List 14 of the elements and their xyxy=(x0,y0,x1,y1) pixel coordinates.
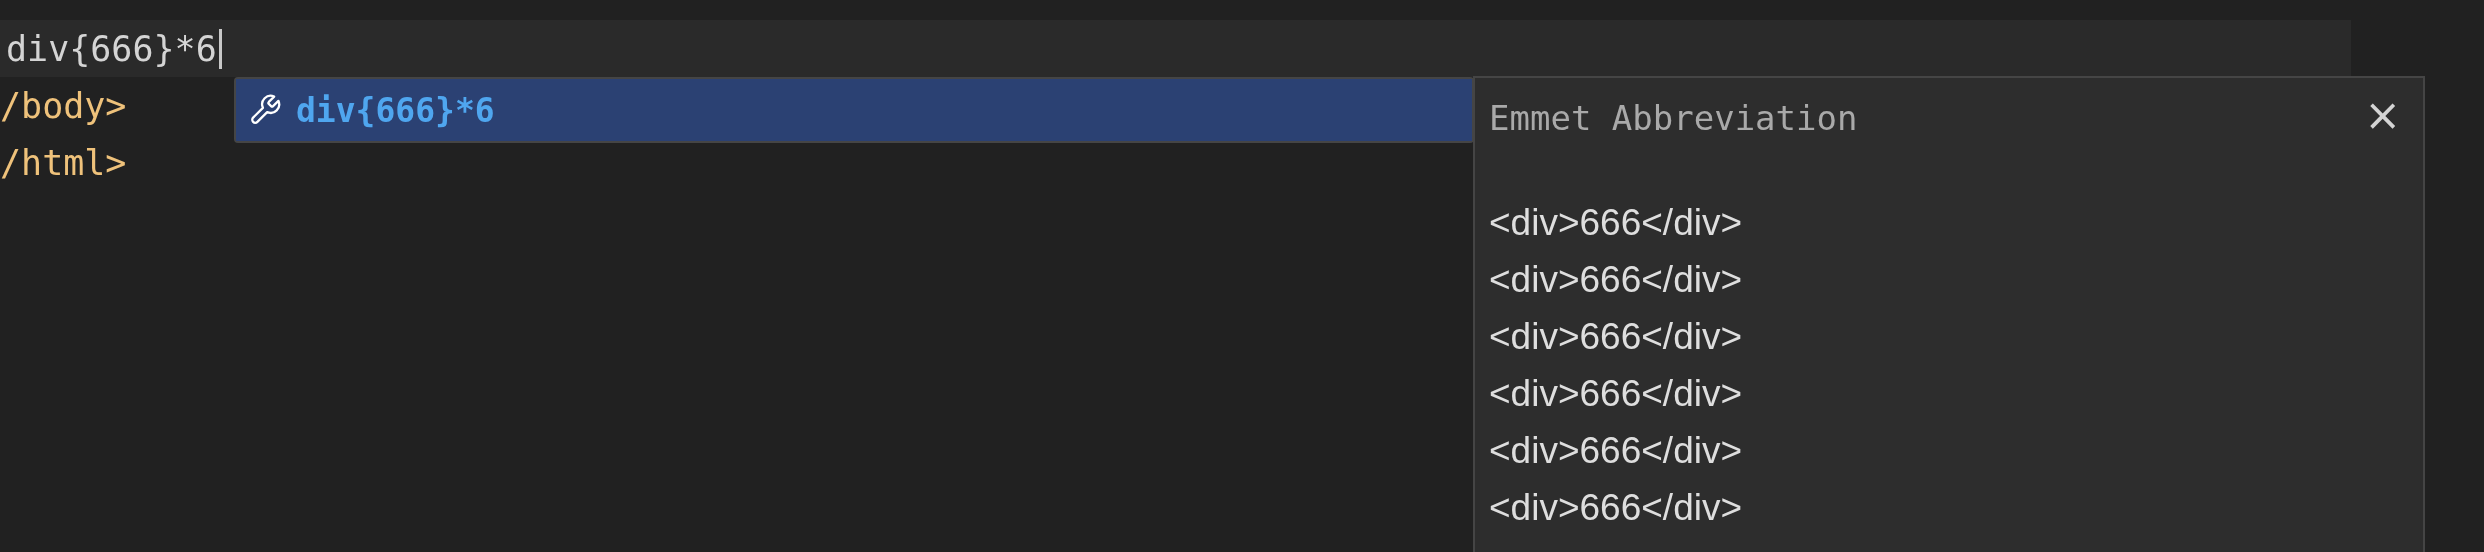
code-line: /html> xyxy=(0,142,127,183)
preview-line: <div>666</div> xyxy=(1489,372,1743,416)
preview-line: <div>666</div> xyxy=(1489,486,1743,530)
preview-line: <div>666</div> xyxy=(1489,201,1743,245)
preview-line: <div>666</div> xyxy=(1489,429,1743,473)
wrench-icon xyxy=(248,93,282,127)
text-cursor xyxy=(218,28,222,69)
preview-line: <div>666</div> xyxy=(1489,315,1743,359)
preview-line: <div>666</div> xyxy=(1489,258,1743,302)
code-line: div{666}*6 xyxy=(6,28,217,69)
code-line: /body> xyxy=(0,85,127,126)
suggestion-item[interactable]: div{666}*6 xyxy=(236,79,1472,141)
details-title: Emmet Abbreviation xyxy=(1489,97,1858,138)
close-button[interactable]: × xyxy=(2356,93,2409,137)
